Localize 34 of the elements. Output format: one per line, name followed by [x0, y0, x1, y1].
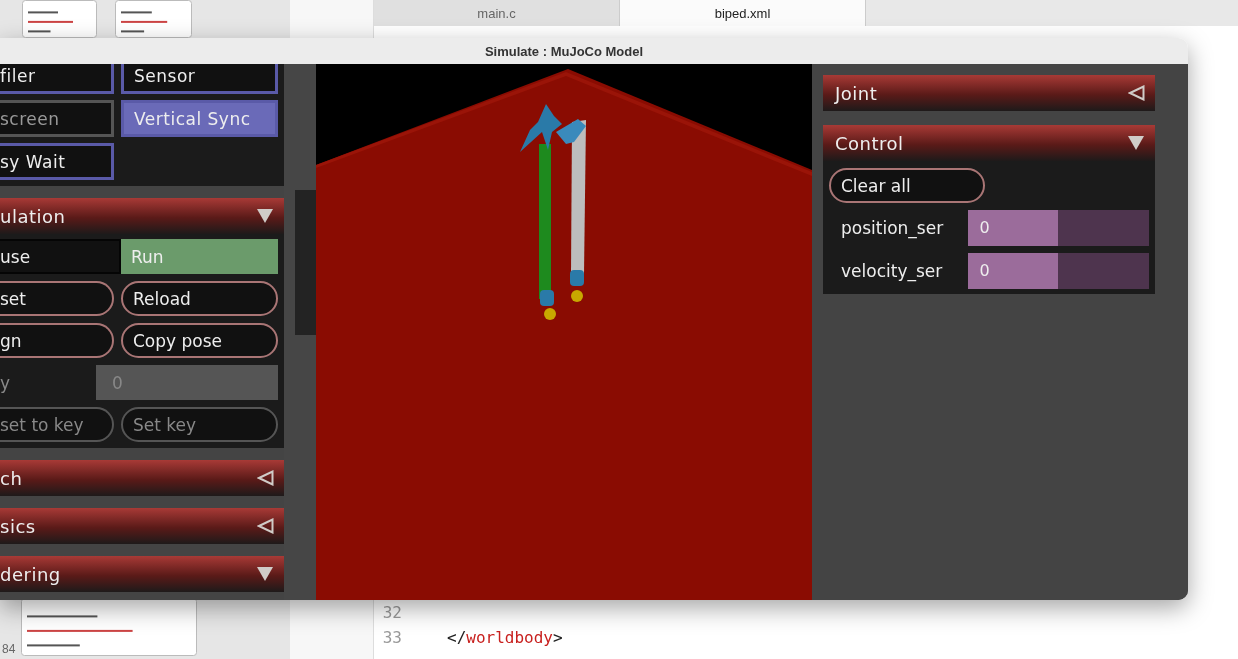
- slide-thumbnail[interactable]: [22, 0, 97, 38]
- action-button[interactable]: Copy pose: [121, 323, 278, 358]
- field-label: y: [0, 372, 12, 393]
- slider-track[interactable]: 0: [967, 210, 1149, 246]
- action-button[interactable]: gn: [0, 323, 114, 358]
- window-title: Simulate : MuJoCo Model: [484, 43, 644, 59]
- action-button[interactable]: Reload: [121, 281, 278, 316]
- slider-label: velocity_ser: [840, 261, 944, 281]
- slider-track[interactable]: 0: [967, 253, 1149, 289]
- section-header[interactable]: Joint: [823, 75, 1155, 111]
- line-number: 32: [381, 603, 402, 622]
- toggle-button[interactable]: Vertical Sync: [121, 100, 278, 137]
- slide-thumbnail[interactable]: [21, 598, 198, 656]
- slide-number: 84: [2, 642, 16, 656]
- slider-value: 0: [979, 218, 990, 237]
- section-header[interactable]: ch: [0, 460, 284, 496]
- code-text: </worldbody>: [447, 628, 563, 647]
- toggle-button[interactable]: Sensor: [121, 64, 278, 94]
- section-header[interactable]: ulation: [0, 198, 284, 234]
- clear-all-button[interactable]: Clear all: [829, 168, 985, 203]
- slider-value: 0: [979, 261, 990, 280]
- editor-tab[interactable]: biped.xml: [620, 0, 866, 26]
- section-header[interactable]: Control: [823, 125, 1155, 161]
- scrollbar[interactable]: [295, 190, 316, 335]
- slider-label: position_ser: [840, 218, 945, 238]
- line-number: 33: [381, 628, 402, 647]
- section-header[interactable]: sics: [0, 508, 284, 544]
- radio-option[interactable]: use: [0, 239, 121, 274]
- editor-tab[interactable]: main.c: [374, 0, 620, 26]
- section-header[interactable]: dering: [0, 556, 284, 592]
- slide-thumbnail[interactable]: [115, 0, 192, 38]
- toggle-button[interactable]: filer: [0, 64, 114, 94]
- toggle-button[interactable]: sy Wait: [0, 143, 114, 180]
- action-button[interactable]: set: [0, 281, 114, 316]
